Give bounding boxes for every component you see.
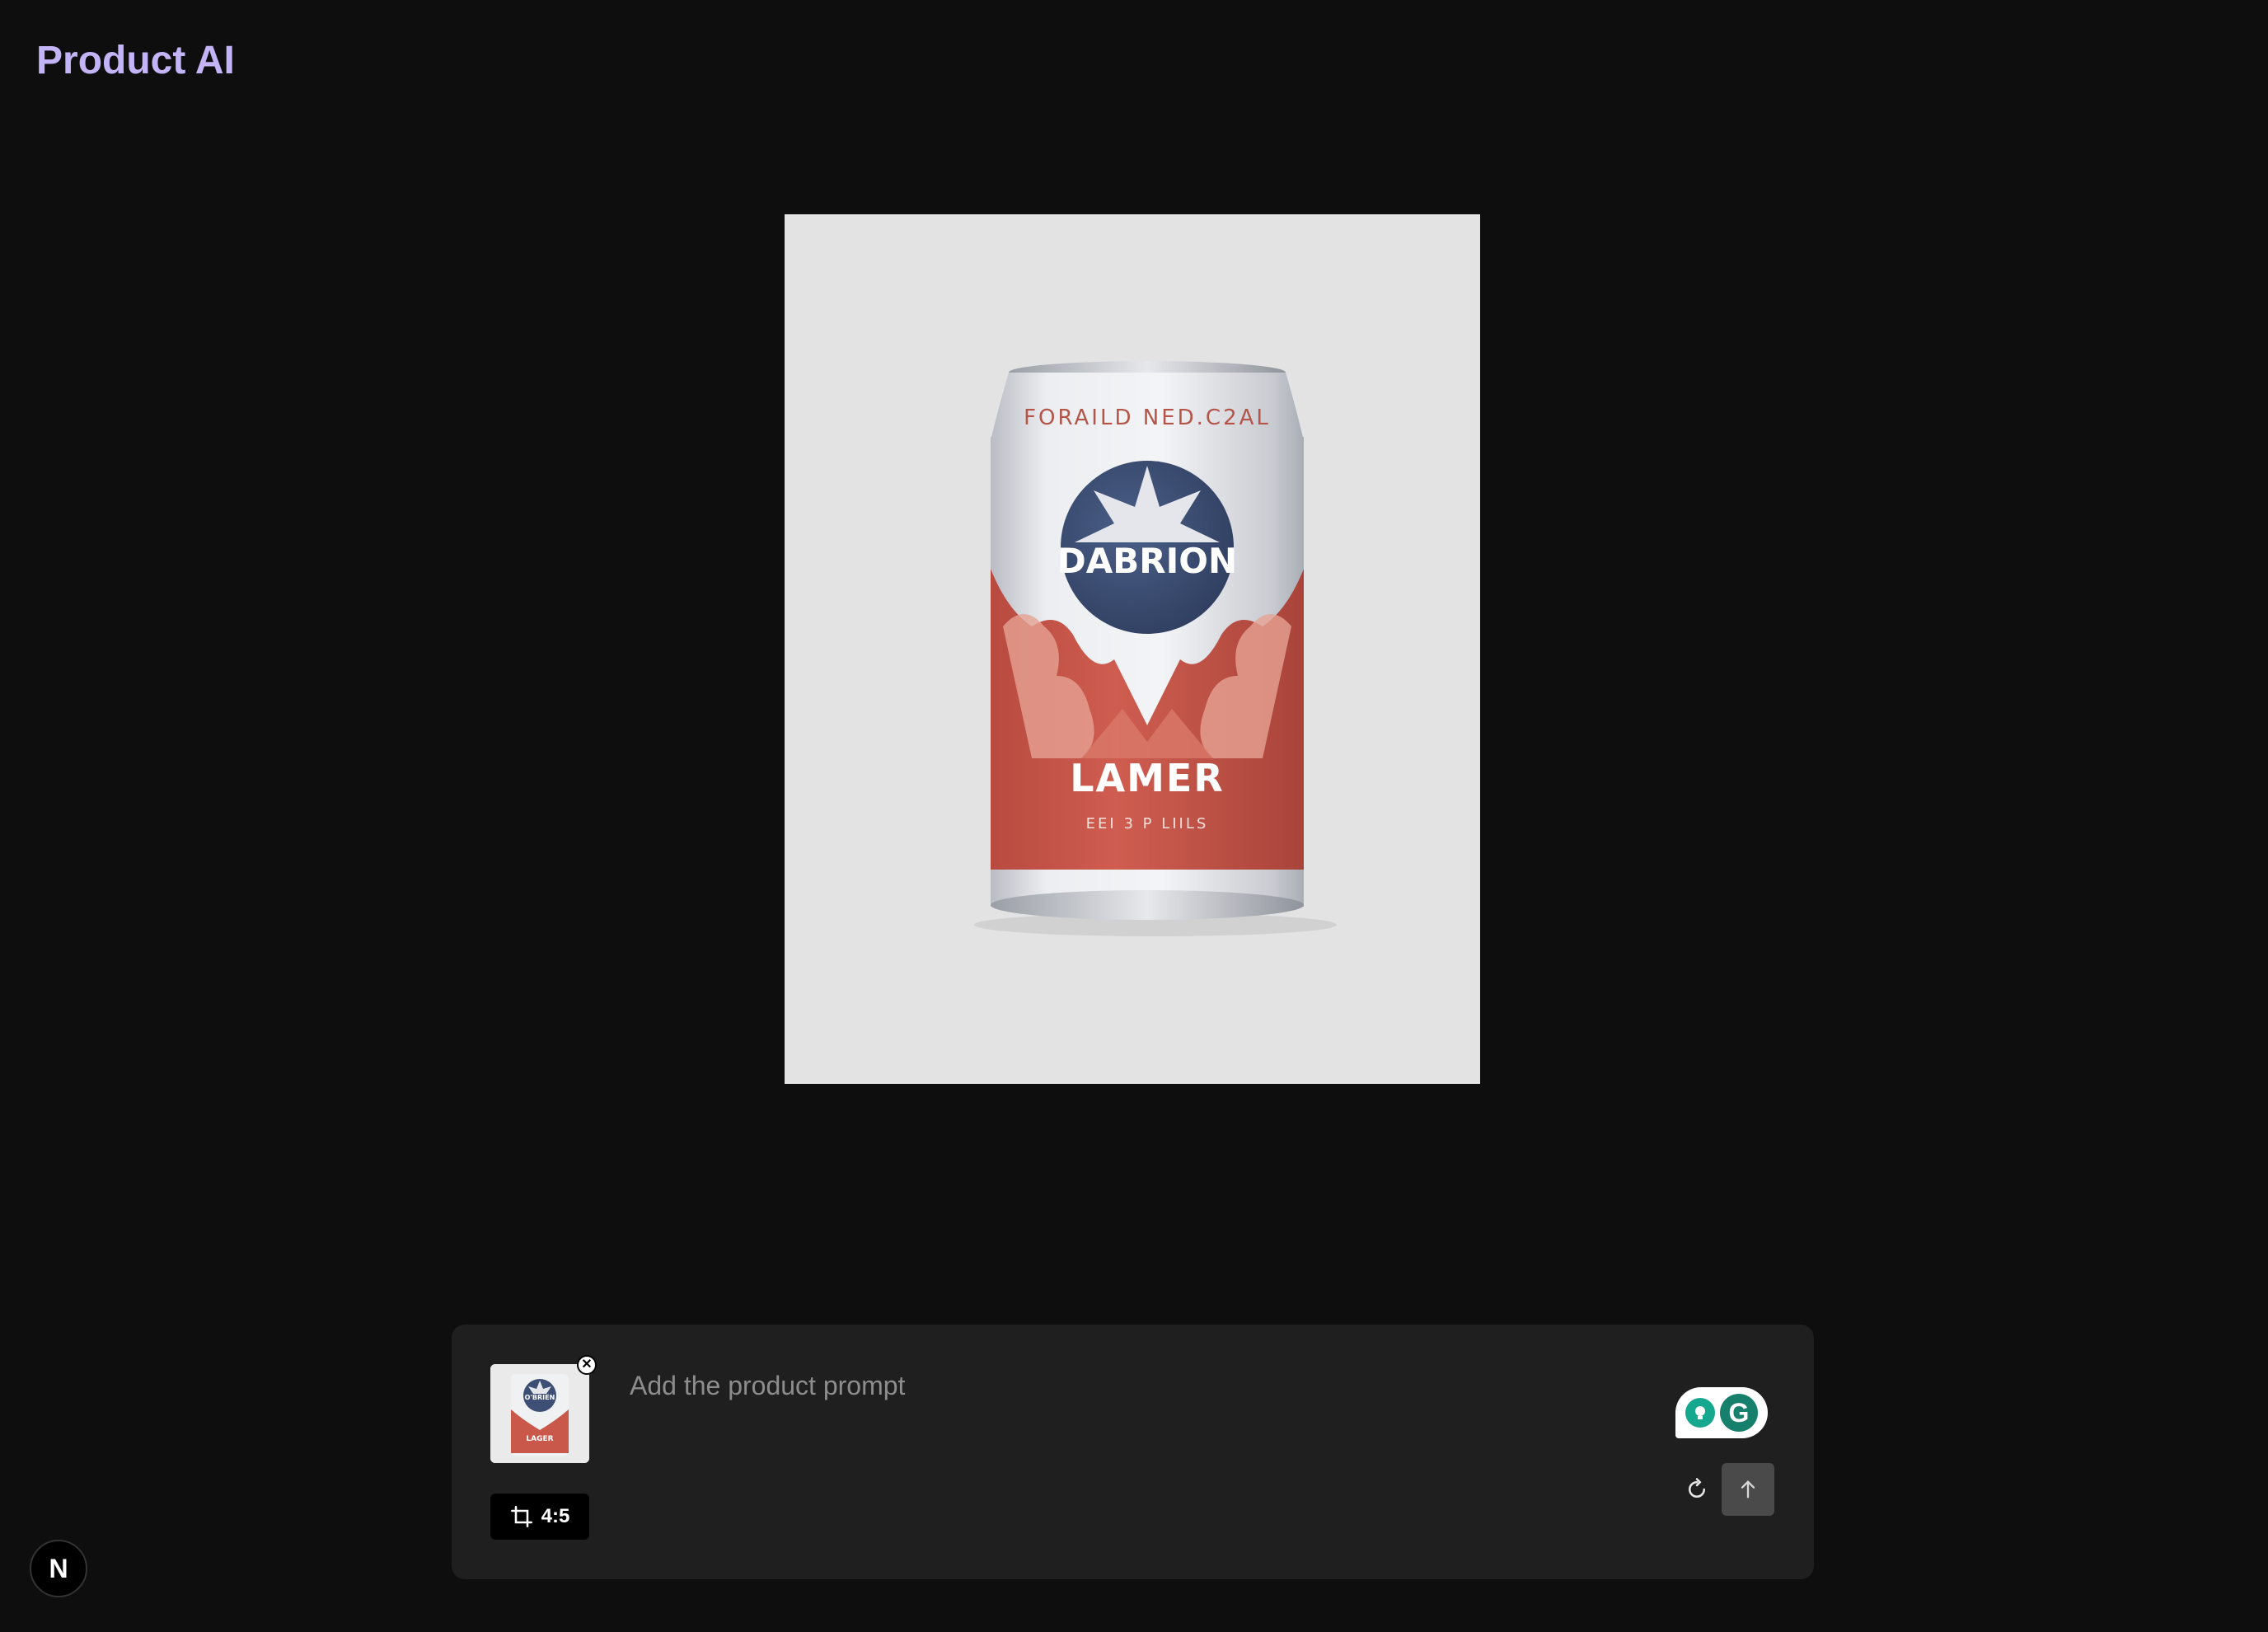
crop-icon bbox=[510, 1506, 532, 1527]
grammarly-icon: G bbox=[1720, 1394, 1758, 1432]
can-brand-text: DABRION bbox=[1057, 541, 1237, 581]
beer-can-image: FORAILD NED.C2AL DABRION LAMER EEI 3 P L… bbox=[974, 361, 1337, 936]
prompt-composer: O'BRIEN LAGER ✕ 4:5 G bbox=[452, 1325, 1814, 1579]
prompt-input[interactable] bbox=[630, 1361, 1619, 1410]
thumbnail-product: LAGER bbox=[526, 1435, 553, 1443]
generated-image-preview: FORAILD NED.C2AL DABRION LAMER EEI 3 P L… bbox=[785, 214, 1480, 1084]
arrow-up-icon bbox=[1741, 1480, 1755, 1498]
can-subtext: EEI 3 P LIILS bbox=[1086, 815, 1209, 832]
thumbnail-brand: O'BRIEN bbox=[525, 1394, 555, 1401]
submit-button[interactable] bbox=[1722, 1463, 1774, 1516]
reference-image-thumbnail[interactable]: O'BRIEN LAGER bbox=[490, 1364, 589, 1463]
refresh-icon bbox=[1689, 1478, 1705, 1498]
lightbulb-icon bbox=[1685, 1398, 1715, 1428]
thumbnail-can-image: O'BRIEN LAGER bbox=[490, 1364, 589, 1463]
reset-button[interactable] bbox=[1679, 1471, 1715, 1508]
app-title: Product AI bbox=[36, 39, 235, 82]
close-icon: ✕ bbox=[581, 1358, 593, 1372]
remove-thumbnail-button[interactable]: ✕ bbox=[577, 1355, 597, 1375]
aspect-ratio-label: 4:5 bbox=[541, 1505, 570, 1527]
dev-tools-badge[interactable]: N bbox=[30, 1540, 87, 1597]
can-product-text: LAMER bbox=[1070, 756, 1225, 800]
aspect-ratio-button[interactable]: 4:5 bbox=[490, 1494, 589, 1540]
grammarly-widget[interactable]: G bbox=[1675, 1387, 1768, 1438]
can-top-text: FORAILD NED.C2AL bbox=[1024, 406, 1271, 430]
